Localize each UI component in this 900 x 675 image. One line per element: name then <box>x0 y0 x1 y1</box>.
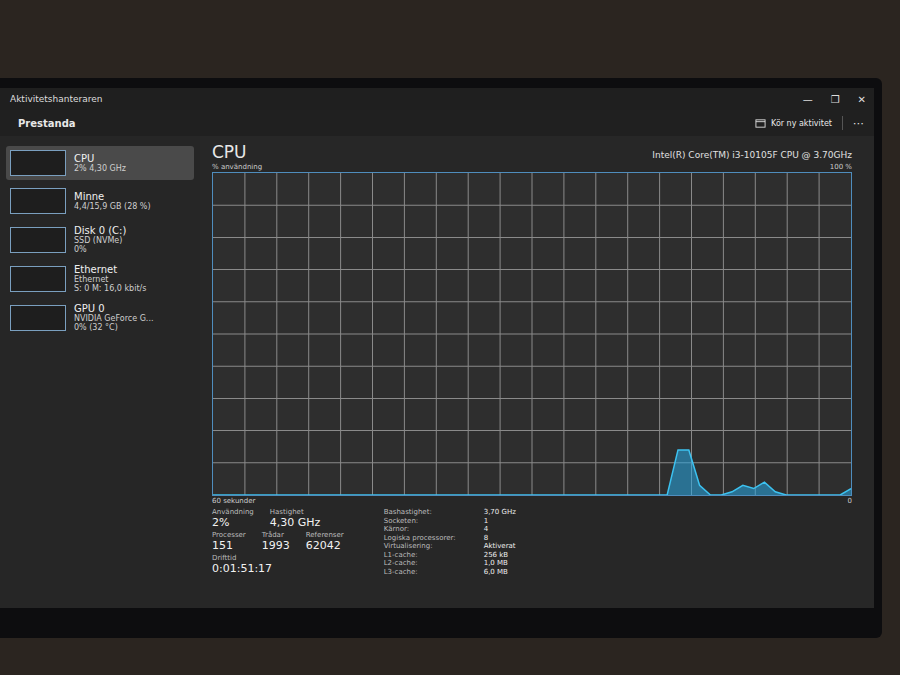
cpu-model: Intel(R) Core(TM) i3-10105F CPU @ 3.70GH… <box>652 150 852 162</box>
window-control-button[interactable]: — <box>803 94 813 105</box>
spec-row: L2-cache: 1,0 MB <box>384 559 516 568</box>
stat: Processer 151 <box>212 531 246 552</box>
usage-area <box>213 450 851 495</box>
title-bar: Aktivitetshanteraren — ❐ ✕ <box>0 88 874 110</box>
more-button[interactable]: ⋯ <box>853 117 864 130</box>
header-bar: Prestanda Kör ny aktivitet ⋯ <box>0 110 874 136</box>
mini-graph <box>10 227 66 253</box>
spec-list: Bashastighet: 3,70 GHzSocketen: 1Kärnor:… <box>384 508 516 576</box>
sidebar-item[interactable]: Ethernet EthernetS: 0 M: 16,0 kbit/s <box>6 261 194 296</box>
section-title: Prestanda <box>18 118 76 129</box>
task-manager-window: Aktivitetshanteraren — ❐ ✕ Prestanda Kör n… <box>0 88 874 608</box>
stat: Hastighet 4,30 GHz <box>270 508 321 529</box>
spec-row: Logiska processorer: 8 <box>384 534 516 543</box>
stat: Referenser 62042 <box>306 531 344 552</box>
axis-label: % användning <box>212 163 262 171</box>
stat: Drifttid 0:01:51:17 <box>212 554 272 575</box>
mini-graph <box>10 266 66 292</box>
window-controls: — ❐ ✕ <box>803 94 866 105</box>
usage-line <box>213 450 851 495</box>
mini-graph <box>10 150 66 176</box>
cpu-chart <box>212 172 852 496</box>
mini-graph <box>10 188 66 214</box>
run-task-icon <box>755 118 766 129</box>
axis-max: 100 % <box>830 163 852 171</box>
sidebar-item[interactable]: GPU 0 NVIDIA GeForce G...0% (32 °C) <box>6 300 194 335</box>
axis-min: 0 <box>848 497 852 505</box>
sidebar: CPU 2% 4,30 GHz Minne 4,4/15,9 GB (28 %)… <box>0 136 200 608</box>
window-control-button[interactable]: ✕ <box>858 94 866 105</box>
run-task-button[interactable]: Kör ny aktivitet <box>755 118 832 129</box>
spec-row: Bashastighet: 3,70 GHz <box>384 508 516 517</box>
spec-row: L3-cache: 6,0 MB <box>384 568 516 577</box>
sidebar-item[interactable]: Disk 0 (C:) SSD (NVMe)0% <box>6 222 194 257</box>
cpu-panel: CPU Intel(R) Core(TM) i3-10105F CPU @ 3.… <box>200 136 874 608</box>
spec-row: Virtualisering: Aktiverat <box>384 542 516 551</box>
primary-stats: Användning 2% Hastighet 4,30 GHz Processer… <box>212 508 344 576</box>
stat: Användning 2% <box>212 508 254 529</box>
spec-row: Kärnor: 4 <box>384 525 516 534</box>
window-control-button[interactable]: ❐ <box>831 94 840 105</box>
sidebar-item[interactable]: Minne 4,4/15,9 GB (28 %) <box>6 184 194 218</box>
spec-row: L1-cache: 256 kB <box>384 551 516 560</box>
stat: Trådar 1993 <box>262 531 290 552</box>
sidebar-item[interactable]: CPU 2% 4,30 GHz <box>6 146 194 180</box>
photo-background: Aktivitetshanteraren — ❐ ✕ Prestanda Kör n… <box>0 0 900 675</box>
spec-row: Socketen: 1 <box>384 517 516 526</box>
time-label: 60 sekunder <box>212 497 255 505</box>
panel-title: CPU <box>212 142 247 162</box>
window-title: Aktivitetshanteraren <box>10 94 102 104</box>
mini-graph <box>10 305 66 331</box>
monitor: Aktivitetshanteraren — ❐ ✕ Prestanda Kör n… <box>0 78 882 638</box>
